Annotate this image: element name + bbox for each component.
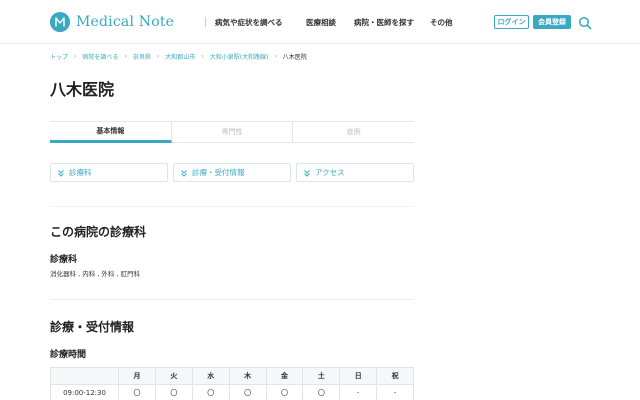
- breadcrumb-item-station[interactable]: 大和小泉駅(大和路線): [210, 52, 269, 61]
- tab-specialty[interactable]: 専門性: [172, 122, 294, 142]
- table-cell: 〇: [154, 384, 193, 400]
- departments-list: 消化器科 , 内科 , 外科 , 肛門科: [50, 270, 141, 278]
- reception-heading: 診療・受付情報: [50, 320, 135, 334]
- nav-item-label: 病院・医師を探す: [354, 17, 414, 27]
- section-divider: [50, 299, 414, 300]
- section-link-access[interactable]: アクセス: [296, 163, 414, 182]
- section-link-label: 診療・受付情報: [192, 168, 245, 177]
- brand-name: Medical Note: [76, 14, 175, 30]
- table-cell: 〇: [265, 384, 304, 400]
- page-title: 八木医院: [50, 80, 115, 99]
- table-header-row: 月 火 水 木 金 土 日 祝: [50, 367, 414, 385]
- logo-mark-icon: [50, 12, 70, 32]
- breadcrumb-item-hospitals[interactable]: 病院を調べる: [82, 52, 118, 61]
- section-link-departments[interactable]: 診療科: [50, 163, 168, 182]
- nav-item-other[interactable]: その他: [412, 15, 453, 29]
- table-header-cell: 火: [154, 367, 193, 385]
- table-header-cell: 木: [228, 367, 267, 385]
- table-header-cell: 祝: [376, 367, 414, 385]
- main-nav: 病気や症状を調べる 医療相談 病院・医師を探す その他: [196, 15, 453, 29]
- breadcrumb-item-prefecture[interactable]: 奈良県: [133, 52, 151, 61]
- site-header: Medical Note 病気や症状を調べる 医療相談 病院・医師を探す その他…: [0, 0, 640, 44]
- breadcrumb-item-city[interactable]: 大和郡山市: [165, 52, 195, 61]
- table-cell: 〇: [191, 384, 230, 400]
- chevron-double-down-icon: [58, 169, 64, 177]
- chevron-right-icon: ›: [156, 53, 160, 60]
- nav-item-consultation[interactable]: 医療相談: [288, 15, 336, 29]
- chevron-right-icon: ›: [74, 53, 77, 60]
- table-cell: 〇: [302, 384, 341, 400]
- search-icon[interactable]: [578, 15, 592, 30]
- table-cell-time: 09:00-12:30: [50, 384, 119, 400]
- section-link-label: アクセス: [315, 168, 345, 177]
- table-cell: -: [339, 384, 378, 400]
- departments-heading: この病院の診療科: [50, 225, 147, 239]
- table-header-cell: 月: [118, 367, 156, 385]
- breadcrumb-item-top[interactable]: トップ: [50, 52, 68, 61]
- section-divider: [50, 206, 414, 207]
- table-header-cell: 土: [302, 367, 341, 385]
- chevron-double-down-icon: [181, 169, 187, 177]
- hours-subheading: 診療時間: [50, 350, 87, 360]
- tab-cases[interactable]: 症例: [293, 122, 414, 142]
- chevron-right-icon: ›: [274, 53, 277, 60]
- table-cell: 〇: [118, 384, 156, 400]
- chevron-right-icon: ›: [124, 53, 127, 60]
- table-header-cell: 水: [191, 367, 230, 385]
- nav-item-hospitals[interactable]: 病院・医師を探す: [336, 15, 414, 29]
- login-button[interactable]: ログイン: [494, 15, 529, 29]
- tab-basic-info[interactable]: 基本情報: [50, 122, 172, 143]
- nav-item-label: 病気や症状を調べる: [215, 17, 283, 27]
- section-links: 診療科 診療・受付情報 アクセス: [50, 163, 414, 182]
- nav-item-diseases[interactable]: 病気や症状を調べる: [196, 15, 288, 29]
- section-link-reception[interactable]: 診療・受付情報: [173, 163, 291, 182]
- table-header-cell: 金: [265, 367, 304, 385]
- table-cell: -: [376, 384, 414, 400]
- table-cell: 〇: [228, 384, 267, 400]
- table-row: 09:00-12:30 〇 〇 〇 〇 〇 〇 - -: [50, 384, 414, 400]
- register-button[interactable]: 会員登録: [533, 15, 571, 29]
- brand-logo[interactable]: Medical Note: [50, 12, 174, 32]
- tab-bar: 基本情報 専門性 症例: [50, 121, 414, 143]
- breadcrumb: トップ › 病院を調べる › 奈良県 › 大和郡山市 › 大和小泉駅(大和路線)…: [50, 52, 307, 61]
- departments-subheading: 診療科: [50, 255, 78, 265]
- nav-item-label: その他: [430, 17, 453, 27]
- breadcrumb-item-current: 八木医院: [282, 54, 307, 61]
- nav-item-label: 医療相談: [306, 17, 336, 27]
- chevron-double-down-icon: [304, 169, 310, 177]
- hours-table: 月 火 水 木 金 土 日 祝 09:00-12:30 〇 〇 〇 〇 〇 〇 …: [50, 367, 414, 400]
- section-link-label: 診療科: [69, 168, 92, 177]
- table-header-cell: 日: [339, 367, 378, 385]
- table-header-cell: [50, 367, 119, 385]
- chevron-right-icon: ›: [201, 53, 204, 60]
